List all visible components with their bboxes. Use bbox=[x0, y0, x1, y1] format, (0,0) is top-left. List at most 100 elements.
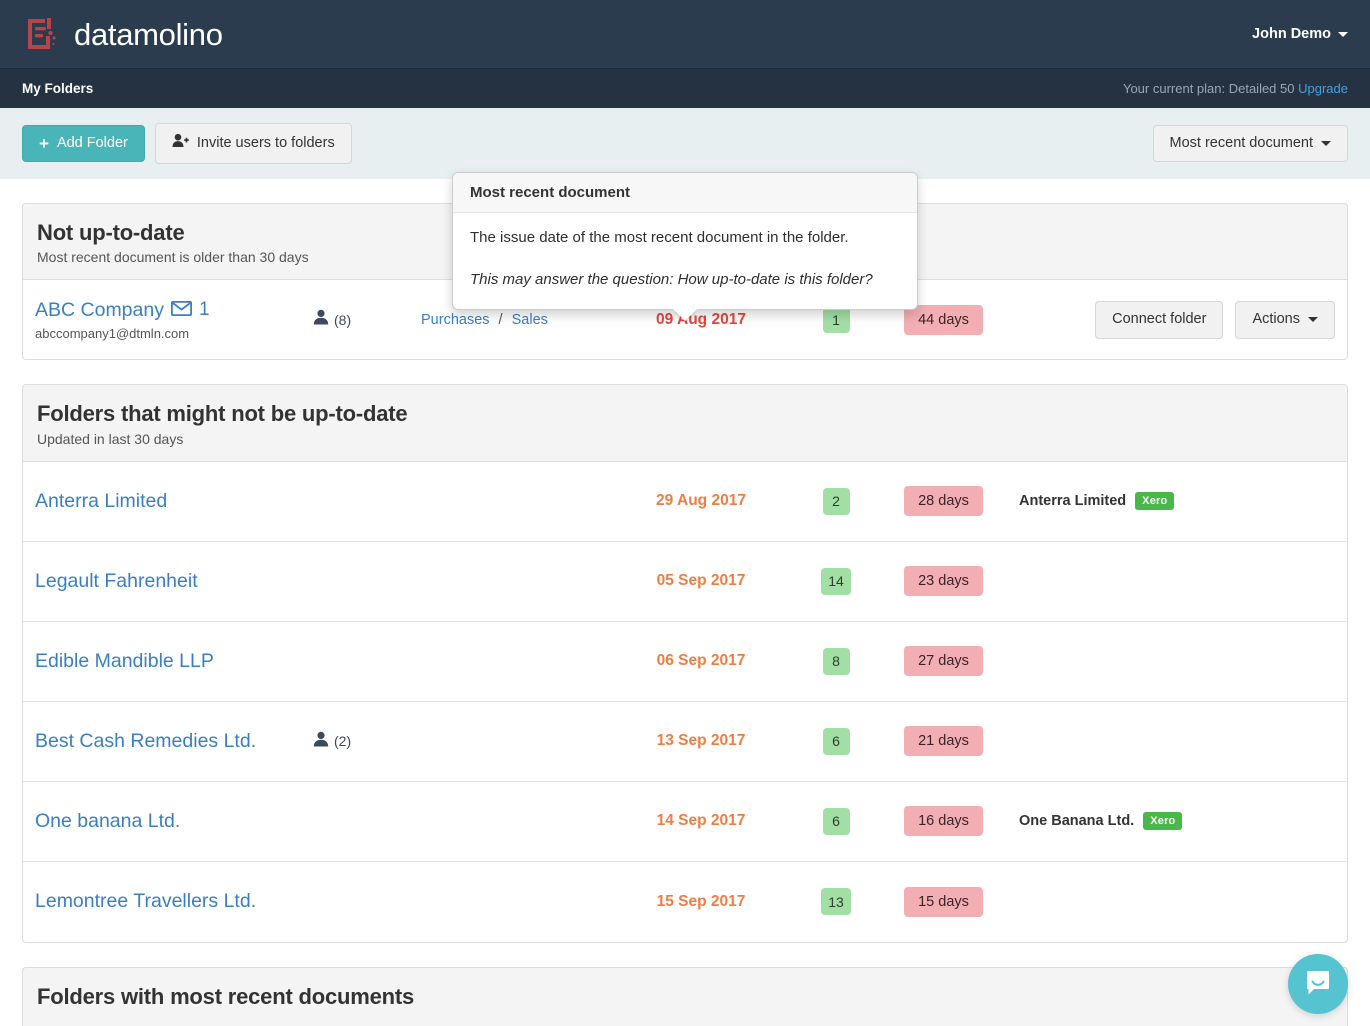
folder-link[interactable]: One banana Ltd. bbox=[35, 810, 180, 833]
section-header: Folders that might not be up-to-date Upd… bbox=[23, 385, 1347, 462]
folder-link[interactable]: ABC Company 1 bbox=[35, 299, 210, 322]
doc-count-cell: 2 bbox=[786, 487, 886, 515]
doc-count-badge: 6 bbox=[822, 807, 850, 835]
chat-bubble-icon bbox=[1303, 967, 1333, 1002]
folder-user-count: (8) bbox=[334, 311, 352, 328]
table-row: Best Cash Remedies Ltd. (2) 13 Sep 2017 … bbox=[23, 702, 1347, 782]
days-badge: 27 days bbox=[904, 646, 983, 677]
days-cell: 27 days bbox=[886, 646, 1001, 677]
folder-link[interactable]: Anterra Limited bbox=[35, 490, 167, 513]
days-badge: 28 days bbox=[904, 486, 983, 517]
doc-count-badge: 1 bbox=[822, 306, 850, 334]
folder-link[interactable]: Edible Mandible LLP bbox=[35, 650, 214, 673]
brand[interactable]: datamolino bbox=[22, 14, 223, 54]
doc-count-badge: 8 bbox=[822, 647, 850, 675]
most-recent-date: 13 Sep 2017 bbox=[656, 732, 746, 750]
doc-count-badge: 13 bbox=[821, 888, 851, 916]
connection-name: One Banana Ltd. bbox=[1019, 813, 1135, 830]
days-badge: 44 days bbox=[904, 304, 983, 335]
folder-link[interactable]: Legault Fahrenheit bbox=[35, 570, 198, 593]
add-folder-button[interactable]: + Add Folder bbox=[22, 124, 145, 163]
folder-email: abccompany1@dtmln.com bbox=[35, 325, 190, 341]
chat-launcher-button[interactable] bbox=[1288, 954, 1348, 1014]
days-cell: 15 days bbox=[886, 886, 1001, 917]
doc-count-cell: 6 bbox=[786, 807, 886, 835]
folder-name-cell: Anterra Limited bbox=[35, 490, 313, 513]
main-content: Not up-to-date Most recent document is o… bbox=[0, 203, 1370, 1026]
table-row: Lemontree Travellers Ltd. 15 Sep 2017 13… bbox=[23, 862, 1347, 942]
chevron-down-icon bbox=[1308, 317, 1318, 323]
most-recent-date: 14 Sep 2017 bbox=[656, 812, 746, 830]
folder-name-cell: Lemontree Travellers Ltd. bbox=[35, 890, 313, 913]
sort-dropdown-label: Most recent document bbox=[1169, 134, 1313, 151]
folder-mail-count: 1 bbox=[198, 299, 210, 321]
section-most-recent-documents: Folders with most recent documents bbox=[22, 966, 1348, 1026]
page-title: My Folders bbox=[22, 81, 94, 96]
section-title: Folders that might not be up-to-date bbox=[37, 401, 408, 427]
invite-users-button[interactable]: Invite users to folders bbox=[154, 123, 352, 164]
connection-cell: One Banana Ltd. Xero bbox=[1001, 812, 1335, 831]
sort-dropdown-button[interactable]: Most recent document bbox=[1152, 124, 1348, 163]
most-recent-date: 09 Aug 2017 bbox=[656, 310, 746, 328]
plan-info: Your current plan: Detailed 50 Upgrade bbox=[1123, 81, 1348, 96]
type-separator: / bbox=[498, 311, 503, 328]
user-menu[interactable]: John Demo bbox=[1252, 26, 1348, 42]
popover-title: Most recent document bbox=[453, 173, 917, 213]
most-recent-date: 05 Sep 2017 bbox=[656, 572, 746, 590]
folder-name-cell: Legault Fahrenheit bbox=[35, 570, 313, 593]
plan-text: Your current plan: Detailed 50 bbox=[1122, 81, 1295, 96]
folder-users-cell: (2) bbox=[313, 731, 421, 752]
days-cell: 16 days bbox=[886, 806, 1001, 837]
doc-count-badge: 6 bbox=[822, 727, 850, 755]
folder-user-count: (2) bbox=[334, 733, 352, 750]
connection-cell: Anterra Limited Xero bbox=[1001, 492, 1335, 511]
folder-name: ABC Company bbox=[35, 298, 164, 321]
row-actions-cell: Connect folder Actions bbox=[1095, 301, 1335, 339]
doc-count-cell: 6 bbox=[786, 727, 886, 755]
doc-count-badge: 2 bbox=[822, 487, 850, 515]
days-cell: 28 days bbox=[886, 486, 1001, 517]
actions-dropdown-button[interactable]: Actions bbox=[1235, 301, 1335, 339]
popover-note-text: This may answer the question: How up-to-… bbox=[470, 270, 873, 288]
plus-icon: + bbox=[39, 133, 49, 153]
days-cell: 23 days bbox=[886, 566, 1001, 597]
connect-folder-button[interactable]: Connect folder bbox=[1095, 301, 1224, 339]
sales-link[interactable]: Sales bbox=[512, 312, 548, 328]
popover-body-text: The issue date of the most recent docume… bbox=[470, 229, 849, 246]
user-plus-icon bbox=[172, 133, 189, 153]
days-badge: 23 days bbox=[904, 566, 983, 597]
section-might-not-be-up-to-date: Folders that might not be up-to-date Upd… bbox=[22, 384, 1348, 943]
xero-badge: Xero bbox=[1143, 812, 1183, 831]
folder-users-cell: (8) bbox=[313, 309, 421, 330]
popover-arrow bbox=[673, 308, 697, 321]
table-row: Legault Fahrenheit 05 Sep 2017 14 23 day… bbox=[23, 542, 1347, 622]
upgrade-link[interactable]: Upgrade bbox=[1298, 81, 1348, 96]
connection-name: Anterra Limited bbox=[1019, 493, 1127, 510]
section-subtitle: Updated in last 30 days bbox=[37, 430, 184, 447]
folder-types-cell: Purchases / Sales bbox=[421, 312, 616, 328]
days-cell: 21 days bbox=[886, 726, 1001, 757]
days-badge: 16 days bbox=[904, 806, 983, 837]
doc-count-badge: 14 bbox=[821, 567, 851, 595]
folder-link[interactable]: Lemontree Travellers Ltd. bbox=[35, 890, 256, 913]
invite-users-label: Invite users to folders bbox=[196, 134, 335, 151]
section-title: Folders with most recent documents bbox=[37, 983, 415, 1009]
purchases-link[interactable]: Purchases bbox=[421, 312, 490, 328]
table-row: Edible Mandible LLP 06 Sep 2017 8 27 day… bbox=[23, 622, 1347, 702]
folder-link[interactable]: Best Cash Remedies Ltd. bbox=[35, 730, 256, 753]
sub-navbar: My Folders Your current plan: Detailed 5… bbox=[0, 68, 1370, 108]
user-menu-label: John Demo bbox=[1252, 26, 1331, 42]
envelope-icon bbox=[170, 299, 192, 322]
chevron-down-icon bbox=[1338, 31, 1348, 37]
person-icon bbox=[313, 309, 329, 330]
most-recent-date: 06 Sep 2017 bbox=[656, 652, 746, 670]
folder-name-cell: Best Cash Remedies Ltd. bbox=[35, 730, 313, 753]
doc-count-cell: 13 bbox=[786, 888, 886, 916]
doc-count-cell: 14 bbox=[786, 567, 886, 595]
table-row: Anterra Limited 29 Aug 2017 2 28 days An… bbox=[23, 462, 1347, 542]
folder-name-cell: One banana Ltd. bbox=[35, 810, 313, 833]
toolbar: + Add Folder Invite users to folders Mos… bbox=[0, 108, 1370, 179]
doc-count-cell: 8 bbox=[786, 647, 886, 675]
days-badge: 21 days bbox=[904, 726, 983, 757]
most-recent-date: 15 Sep 2017 bbox=[656, 892, 746, 910]
